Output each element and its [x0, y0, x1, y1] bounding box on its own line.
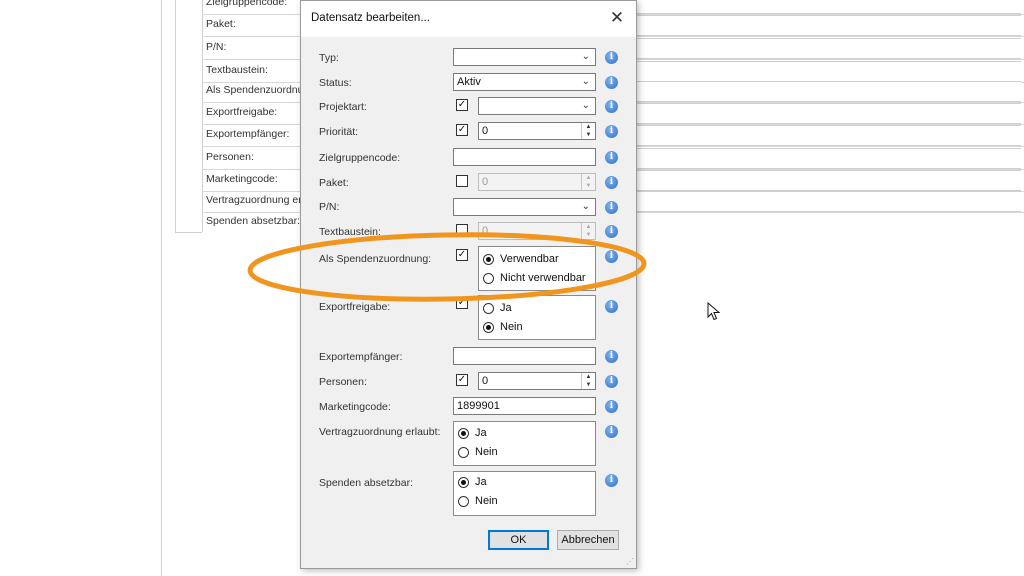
- info-icon[interactable]: i: [605, 125, 618, 138]
- personen-stepper[interactable]: 0 ▲ ▼: [478, 372, 596, 390]
- radio-absetzbar-nein-label: Nein: [475, 495, 498, 507]
- zielgruppencode-label: Zielgruppencode:: [319, 152, 401, 164]
- radio-absetzbar-ja-label: Ja: [475, 476, 487, 488]
- typ-select[interactable]: ⌄: [453, 48, 596, 66]
- pn-select[interactable]: ⌄: [453, 198, 596, 216]
- pn-label: P/N:: [319, 201, 340, 213]
- radio-absetzbar-ja[interactable]: [458, 477, 469, 488]
- dialog-title: Datensatz bearbeiten...: [311, 12, 430, 24]
- radio-vertrag-nein[interactable]: [458, 447, 469, 458]
- info-icon[interactable]: i: [605, 474, 618, 487]
- typ-label: Typ:: [319, 52, 339, 64]
- radio-vertrag-nein-label: Nein: [475, 446, 498, 458]
- zielgruppencode-input[interactable]: [453, 148, 596, 166]
- chevron-down-icon: ⌄: [581, 201, 590, 212]
- panel-bottom-border: [175, 232, 202, 233]
- chevron-down-icon: ⌄: [581, 76, 590, 87]
- info-icon[interactable]: i: [605, 425, 618, 438]
- paket-stepper[interactable]: 0 ▲ ▼: [478, 173, 596, 191]
- panel-border: [175, 0, 176, 232]
- spenden-absetzbar-label: Spenden absetzbar:: [319, 477, 413, 489]
- paket-label: Paket:: [319, 177, 349, 189]
- projektart-checkbox[interactable]: ✓: [456, 99, 468, 111]
- info-icon[interactable]: i: [605, 100, 618, 113]
- info-icon[interactable]: i: [605, 400, 618, 413]
- radio-vertrag-ja[interactable]: [458, 428, 469, 439]
- chevron-down-icon: ⌄: [581, 100, 590, 111]
- paket-checkbox[interactable]: [456, 175, 468, 187]
- spin-buttons[interactable]: ▲ ▼: [581, 373, 595, 389]
- close-icon[interactable]: ✕: [606, 7, 628, 29]
- window-border-left: [161, 0, 162, 576]
- prioritaet-checkbox[interactable]: ✓: [456, 124, 468, 136]
- cancel-button[interactable]: Abbrechen: [557, 530, 619, 550]
- radio-export-nein-label: Nein: [500, 321, 523, 333]
- chevron-down-icon: ⌄: [581, 51, 590, 62]
- prioritaet-label: Priorität:: [319, 126, 359, 138]
- personen-label: Personen:: [319, 376, 367, 388]
- radio-absetzbar-nein[interactable]: [458, 496, 469, 507]
- projektart-select[interactable]: ⌄: [478, 97, 596, 115]
- info-icon[interactable]: i: [605, 51, 618, 64]
- exportempfaenger-input[interactable]: [453, 347, 596, 365]
- dialog-titlebar[interactable]: Datensatz bearbeiten... ✕: [301, 1, 636, 37]
- personen-checkbox[interactable]: ✓: [456, 374, 468, 386]
- radio-export-nein[interactable]: [483, 322, 494, 333]
- ok-button[interactable]: OK: [488, 530, 549, 550]
- projektart-label: Projektart:: [319, 101, 367, 113]
- info-icon[interactable]: i: [605, 350, 618, 363]
- marketingcode-label: Marketingcode:: [319, 401, 391, 413]
- info-icon[interactable]: i: [605, 176, 618, 189]
- info-icon[interactable]: i: [605, 76, 618, 89]
- marketingcode-input[interactable]: 1899901: [453, 397, 596, 415]
- prioritaet-stepper[interactable]: 0 ▲ ▼: [478, 122, 596, 140]
- info-icon[interactable]: i: [605, 375, 618, 388]
- vertragzuordnung-label: Vertragzuordnung erlaubt:: [319, 426, 441, 438]
- status-label: Status:: [319, 77, 352, 89]
- spin-buttons[interactable]: ▲ ▼: [581, 174, 595, 190]
- info-icon[interactable]: i: [605, 201, 618, 214]
- spin-buttons[interactable]: ▲ ▼: [581, 123, 595, 139]
- resize-grip-icon[interactable]: ⋰: [626, 557, 634, 566]
- exportempfaenger-label: Exportempfänger:: [319, 351, 403, 363]
- info-icon[interactable]: i: [605, 151, 618, 164]
- mouse-cursor-icon: [707, 302, 721, 321]
- status-select[interactable]: Aktiv ⌄: [453, 73, 596, 91]
- radio-vertrag-ja-label: Ja: [475, 427, 487, 439]
- highlight-ellipse: [247, 232, 647, 302]
